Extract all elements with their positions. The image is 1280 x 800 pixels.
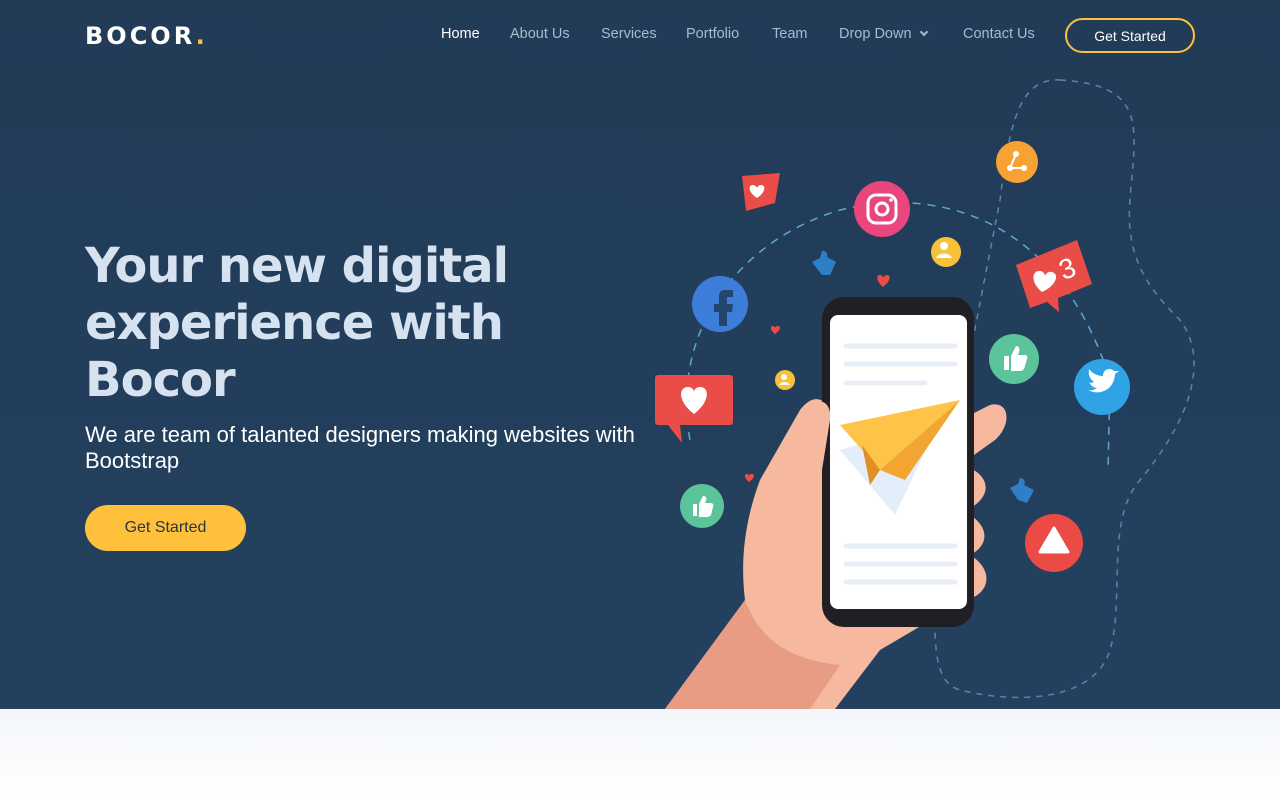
nav-item-drop-down[interactable]: Drop Down xyxy=(839,26,928,42)
hero-get-started-button[interactable]: Get Started xyxy=(85,505,246,551)
nav-item-about-us[interactable]: About Us xyxy=(510,26,570,42)
hero-title: Your new digital experience with Bocor xyxy=(85,238,509,408)
like-icon xyxy=(989,334,1039,384)
share-icon xyxy=(996,141,1038,183)
user-icon xyxy=(775,370,795,390)
nav-item-services[interactable]: Services xyxy=(601,26,657,42)
instagram-icon xyxy=(854,181,910,237)
next-section xyxy=(0,709,1280,800)
small-heart-icon xyxy=(770,326,780,334)
heart-bubble-icon xyxy=(655,375,733,443)
header-get-started-button[interactable]: Get Started xyxy=(1065,18,1195,53)
notification-badge: 3 xyxy=(1016,240,1092,312)
hero-section: BOCOR. Home About Us Services Portfolio … xyxy=(0,0,1280,709)
youtube-icon xyxy=(1025,514,1083,572)
nav-item-team[interactable]: Team xyxy=(772,26,807,42)
twitter-icon xyxy=(1074,359,1130,415)
nav-item-portfolio[interactable]: Portfolio xyxy=(686,26,739,42)
small-heart-icon xyxy=(744,474,754,482)
small-heart-icon xyxy=(877,275,890,287)
heart-bubble-icon xyxy=(742,173,780,211)
thumb-icon xyxy=(1010,478,1034,503)
thumb-icon xyxy=(812,250,836,275)
nav-item-drop-down-label: Drop Down xyxy=(839,26,912,42)
like-icon xyxy=(680,484,724,528)
nav-item-home[interactable]: Home xyxy=(441,26,480,42)
social-media-illustration: 3 xyxy=(655,79,1195,709)
user-icon xyxy=(931,237,961,267)
nav-item-contact-us[interactable]: Contact Us xyxy=(963,26,1035,42)
facebook-icon xyxy=(692,276,748,332)
chevron-down-icon xyxy=(919,27,928,37)
hero-subtitle: We are team of talanted designers making… xyxy=(85,422,635,473)
